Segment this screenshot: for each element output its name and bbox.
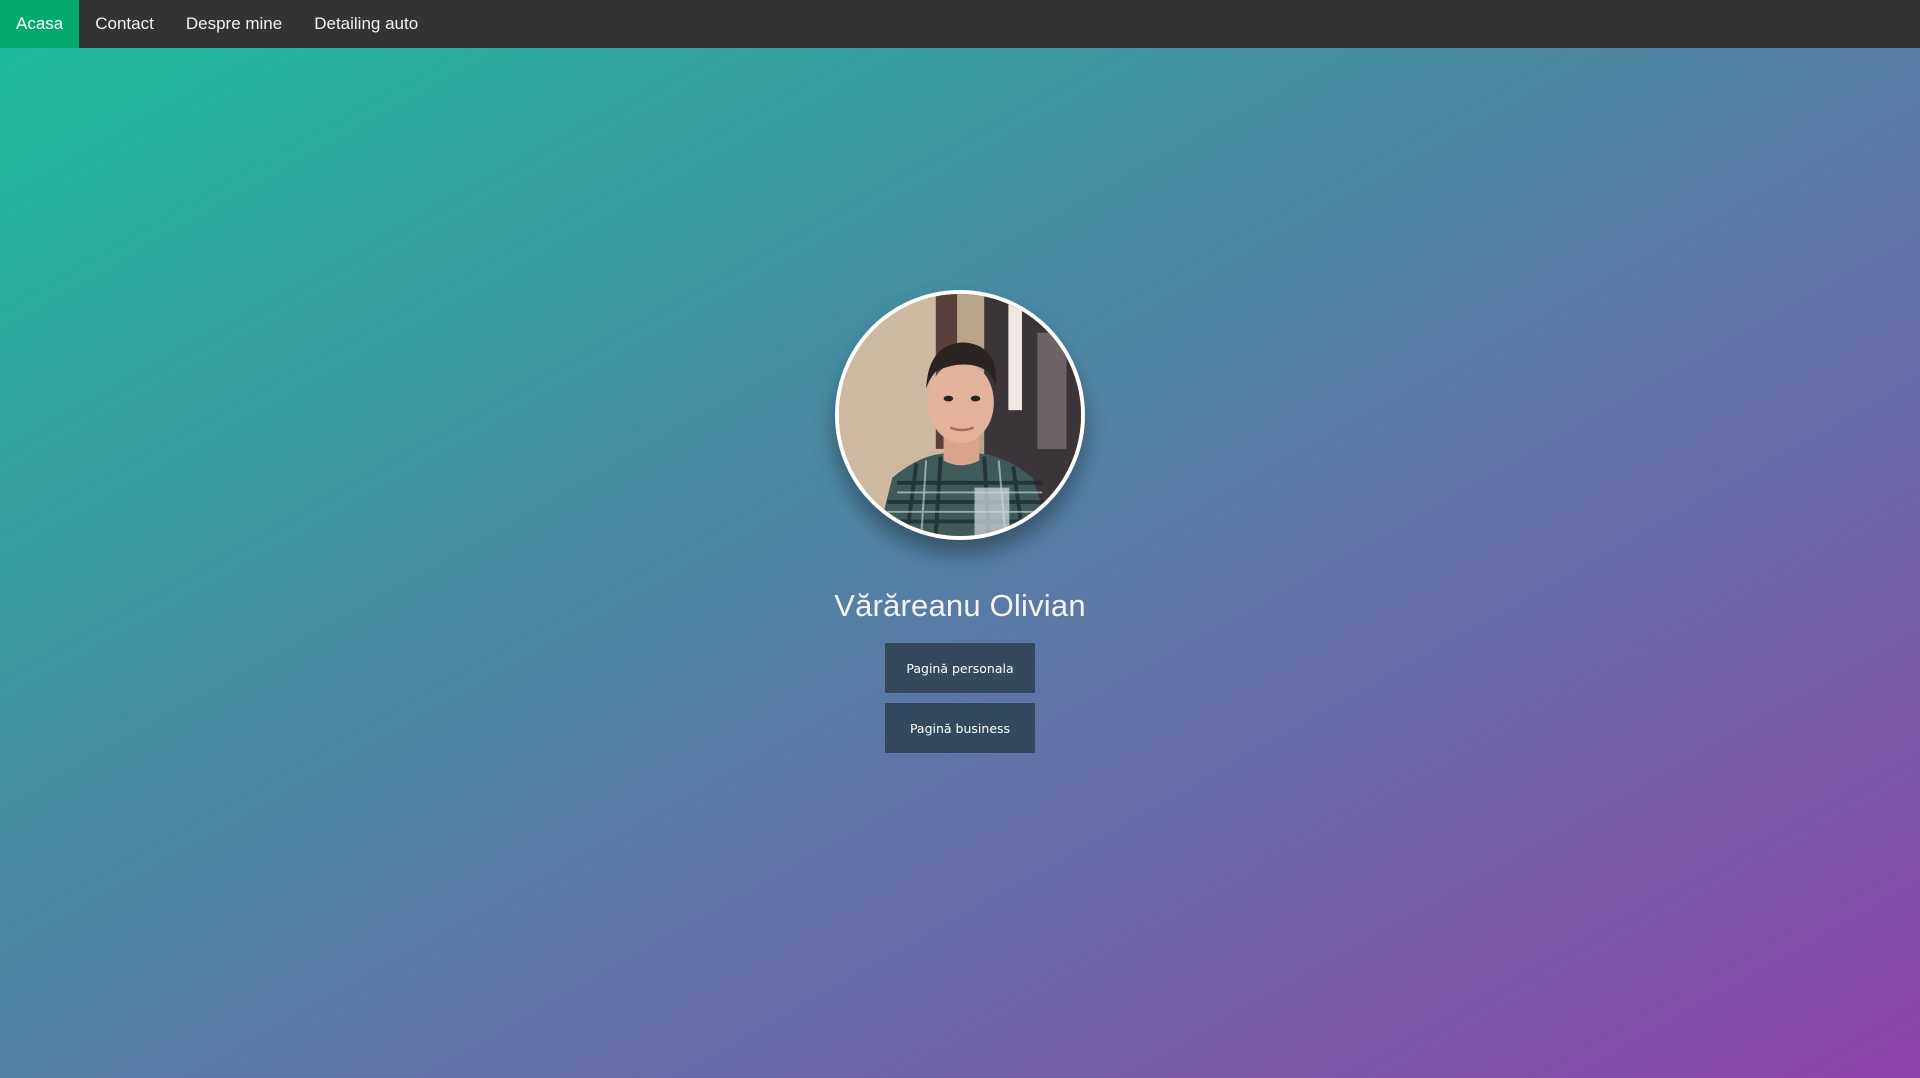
profile-name: Vărăreanu Olivian bbox=[834, 588, 1086, 623]
nav-item-despre-mine[interactable]: Despre mine bbox=[170, 0, 298, 48]
business-page-button[interactable]: Pagină business bbox=[885, 703, 1035, 753]
top-navigation: Acasa Contact Despre mine Detailing auto bbox=[0, 0, 1920, 48]
profile-section: Vărăreanu Olivian Pagină personala Pagin… bbox=[0, 290, 1920, 753]
profile-photo-icon bbox=[839, 294, 1081, 536]
nav-item-detailing-auto[interactable]: Detailing auto bbox=[298, 0, 434, 48]
nav-item-contact[interactable]: Contact bbox=[79, 0, 170, 48]
personal-page-button[interactable]: Pagină personala bbox=[885, 643, 1035, 693]
avatar bbox=[835, 290, 1085, 540]
nav-item-acasa[interactable]: Acasa bbox=[0, 0, 80, 48]
